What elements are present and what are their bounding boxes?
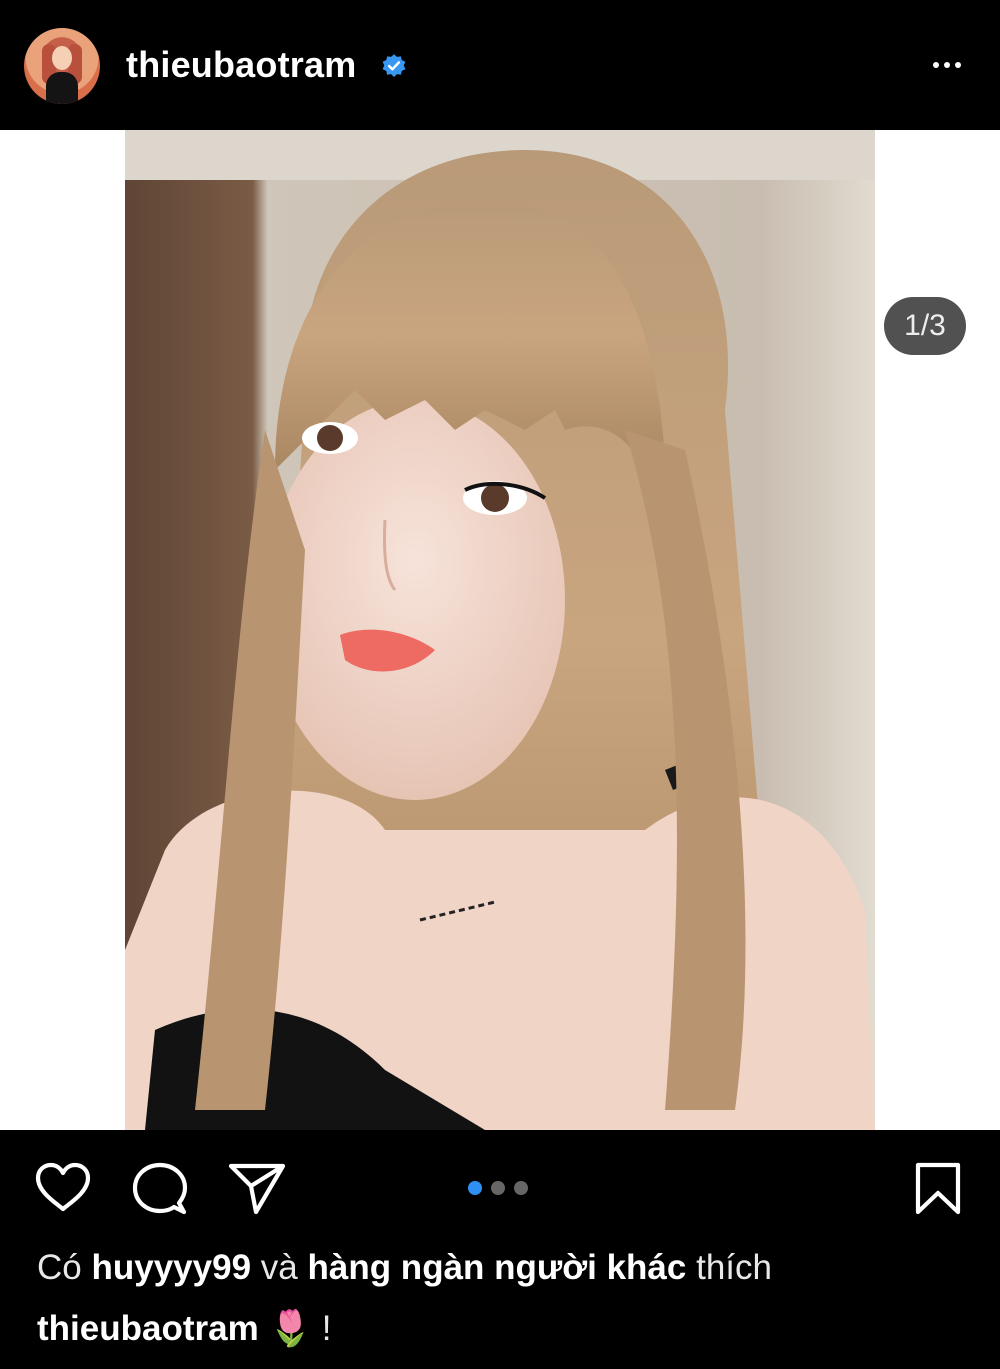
caption-text: 🌷 ! [268,1309,332,1348]
more-icon [933,62,939,68]
carousel-dot [468,1181,482,1195]
selfie-illustration [125,130,875,1130]
post-header: thieubaotram [0,0,1000,130]
bookmark-icon[interactable] [914,1162,962,1216]
more-options-button[interactable] [926,48,968,82]
caption-username[interactable]: thieubaotram [37,1309,259,1348]
avatar[interactable] [24,28,100,104]
likes-prefix: Có [37,1248,82,1287]
verified-badge-icon [382,54,406,78]
post-caption: thieubaotram 🌷 ! [37,1308,331,1349]
carousel-dot [514,1181,528,1195]
likes-connector: và [260,1248,298,1287]
post-media[interactable]: 1/3 [0,130,1000,1130]
carousel-dot [491,1181,505,1195]
image-counter: 1/3 [884,297,966,355]
carousel-indicator [468,1181,528,1195]
post-photo [125,130,875,1130]
liker-username[interactable]: huyyyy99 [91,1248,251,1287]
post-username[interactable]: thieubaotram [126,44,356,86]
comment-icon[interactable] [132,1161,188,1217]
heart-icon[interactable] [34,1162,92,1214]
likes-others-link[interactable]: hàng ngàn người khác [307,1248,686,1287]
likes-summary: Có huyyyy99 và hàng ngàn người khác thíc… [37,1248,772,1288]
send-icon[interactable] [228,1162,286,1216]
likes-suffix: thích [696,1248,772,1287]
